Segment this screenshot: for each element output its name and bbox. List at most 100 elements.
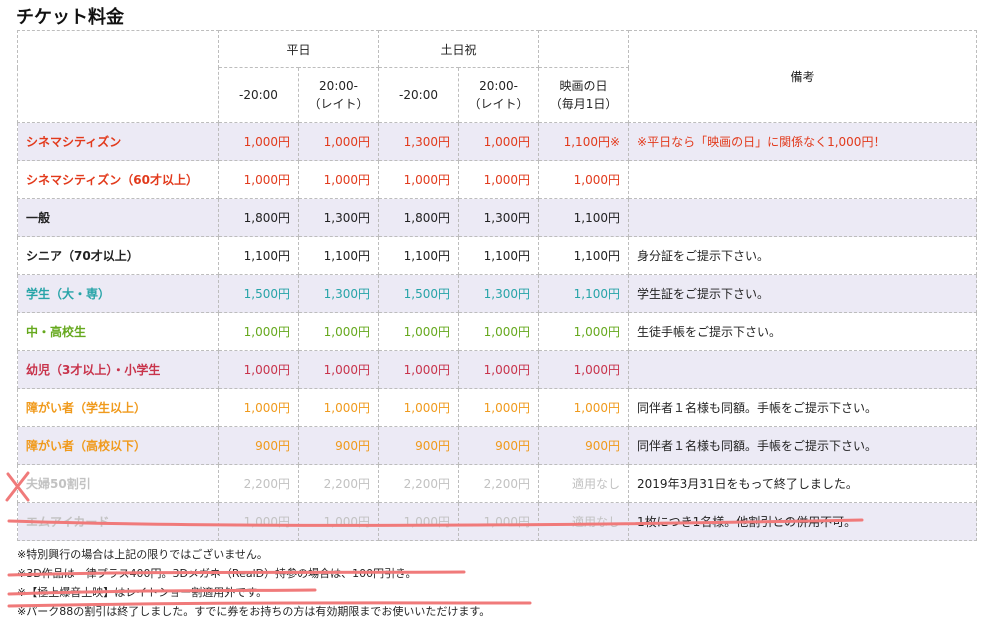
table-row: シニア（70才以上） 1,100円 1,100円 1,100円 1,100円 1… xyxy=(17,236,978,275)
footnote: ※3D作品は一律プラス400円。3Dメガネ（RealD）持参の場合は、100円引… xyxy=(17,567,417,580)
remark-cell: 生徒手帳をご提示下さい。 xyxy=(628,312,978,351)
price-cell: 1,000円 xyxy=(297,502,380,541)
header-col-weekday-late: 20:00- （レイト） xyxy=(297,67,380,123)
price-cell: 1,000円 xyxy=(458,350,540,389)
price-cell: 1,000円 xyxy=(458,388,540,427)
price-cell: 1,000円 xyxy=(218,122,299,161)
price-cell: 1,000円 xyxy=(218,350,299,389)
remark-cell xyxy=(628,160,978,199)
price-cell: 900円 xyxy=(538,426,630,465)
remark-cell: 学生証をご提示下さい。 xyxy=(628,274,978,313)
remark-cell: 同伴者１名様も同額。手帳をご提示下さい。 xyxy=(628,426,978,465)
price-cell: 900円 xyxy=(458,426,540,465)
row-label: シニア（70才以上） xyxy=(17,236,219,275)
price-cell: 1,000円 xyxy=(458,122,540,161)
footnote: ※特別興行の場合は上記の限りではございません。 xyxy=(17,548,268,561)
price-cell: 1,300円 xyxy=(297,198,380,237)
table-row: 夫婦50割引 2,200円 2,200円 2,200円 2,200円 適用なし … xyxy=(17,464,978,503)
price-cell: 2,200円 xyxy=(458,464,540,503)
price-cell: 1,000円 xyxy=(458,160,540,199)
row-label: 障がい者（高校以下） xyxy=(17,426,219,465)
price-cell: 1,000円 xyxy=(538,312,630,351)
price-cell: 1,800円 xyxy=(218,198,299,237)
price-cell: 1,100円 xyxy=(297,236,380,275)
header-holiday: 土日祝 xyxy=(378,30,540,68)
price-cell: 1,100円 xyxy=(538,236,630,275)
price-cell: 1,100円 xyxy=(378,236,460,275)
header-blank xyxy=(538,30,630,68)
remark-cell: 1枚につき1名様。他割引との併用不可。 xyxy=(628,502,978,541)
price-cell: 適用なし xyxy=(538,502,630,541)
row-label: エムアイカード xyxy=(17,502,219,541)
price-cell: 1,300円 xyxy=(458,274,540,313)
table-row: 一般 1,800円 1,300円 1,800円 1,300円 1,100円 xyxy=(17,198,978,237)
price-cell: 1,000円 xyxy=(538,350,630,389)
header-remarks: 備考 xyxy=(628,30,978,123)
table-row: 障がい者（高校以下） 900円 900円 900円 900円 900円 同伴者１… xyxy=(17,426,978,465)
row-label: 一般 xyxy=(17,198,219,237)
price-cell: 900円 xyxy=(378,426,460,465)
price-cell: 1,000円 xyxy=(378,502,460,541)
price-cell: 1,000円 xyxy=(218,160,299,199)
price-cell: 1,000円 xyxy=(538,160,630,199)
header-row-groups: 平日 土日祝 備考 xyxy=(17,30,978,123)
remark-cell: 2019年3月31日をもって終了しました。 xyxy=(628,464,978,503)
price-cell: 1,000円 xyxy=(458,502,540,541)
price-cell: 1,000円 xyxy=(378,160,460,199)
remark-cell xyxy=(628,198,978,237)
remark-cell xyxy=(628,350,978,389)
price-cell: 2,200円 xyxy=(218,464,299,503)
row-label: 中・高校生 xyxy=(17,312,219,351)
price-cell: 2,200円 xyxy=(297,464,380,503)
price-cell: 1,100円 xyxy=(538,198,630,237)
price-cell: 1,100円 xyxy=(218,236,299,275)
table-row: 中・高校生 1,000円 1,000円 1,000円 1,000円 1,000円… xyxy=(17,312,978,351)
table-row: シネマシティズン 1,000円 1,000円 1,300円 1,000円 1,1… xyxy=(17,122,978,161)
remark-cell: 同伴者１名様も同額。手帳をご提示下さい。 xyxy=(628,388,978,427)
header-col-weekday-day: -20:00 xyxy=(218,67,299,123)
price-cell: 1,000円 xyxy=(297,312,380,351)
price-cell: 2,200円 xyxy=(378,464,460,503)
table-row: エムアイカード 1,000円 1,000円 1,000円 1,000円 適用なし… xyxy=(17,502,978,541)
table-row: 幼児（3才以上）・小学生 1,000円 1,000円 1,000円 1,000円… xyxy=(17,350,978,389)
header-corner xyxy=(17,30,219,123)
price-cell: 1,100円 xyxy=(458,236,540,275)
price-cell: 1,000円 xyxy=(218,388,299,427)
row-label: 障がい者（学生以上） xyxy=(17,388,219,427)
price-cell: 1,300円 xyxy=(297,274,380,313)
header-col-holiday-late: 20:00- （レイト） xyxy=(458,67,540,123)
price-cell: 1,000円 xyxy=(218,502,299,541)
price-cell: 1,100円 xyxy=(538,274,630,313)
table-row: 障がい者（学生以上） 1,000円 1,000円 1,000円 1,000円 1… xyxy=(17,388,978,427)
row-label: シネマシティズン（60才以上） xyxy=(17,160,219,199)
price-cell: 900円 xyxy=(218,426,299,465)
price-cell: 1,000円 xyxy=(297,160,380,199)
page-title: チケット料金 xyxy=(16,7,124,28)
price-cell: 1,100円※ xyxy=(538,122,630,161)
ticket-price-table: 平日 土日祝 備考 -20:00 20:00- （レイト） -20:00 20:0… xyxy=(17,30,978,541)
price-cell: 1,000円 xyxy=(538,388,630,427)
price-cell: 1,500円 xyxy=(218,274,299,313)
table-row: 学生（大・専） 1,500円 1,300円 1,500円 1,300円 1,10… xyxy=(17,274,978,313)
price-cell: 1,000円 xyxy=(218,312,299,351)
price-cell: 900円 xyxy=(297,426,380,465)
price-cell: 1,300円 xyxy=(378,122,460,161)
price-cell: 1,000円 xyxy=(297,122,380,161)
price-cell: 1,000円 xyxy=(297,388,380,427)
remark-cell: 身分証をご提示下さい。 xyxy=(628,236,978,275)
remark-cell: ※平日なら「映画の日」に関係なく1,000円！ xyxy=(628,122,978,161)
price-cell: 1,000円 xyxy=(378,350,460,389)
price-cell: 適用なし xyxy=(538,464,630,503)
row-label: シネマシティズン xyxy=(17,122,219,161)
header-col-movie-day: 映画の日 （毎月1日） xyxy=(538,67,630,123)
row-label: 夫婦50割引 xyxy=(17,464,219,503)
row-label: 学生（大・専） xyxy=(17,274,219,313)
price-cell: 1,000円 xyxy=(378,388,460,427)
header-weekday: 平日 xyxy=(217,30,380,68)
price-cell: 1,500円 xyxy=(378,274,460,313)
table-row: シネマシティズン（60才以上） 1,000円 1,000円 1,000円 1,0… xyxy=(17,160,978,199)
price-cell: 1,000円 xyxy=(378,312,460,351)
footnote: ※【極上爆音上映】はレイトショー割適用外です。 xyxy=(17,586,268,599)
price-cell: 1,800円 xyxy=(378,198,460,237)
price-cell: 1,000円 xyxy=(297,350,380,389)
